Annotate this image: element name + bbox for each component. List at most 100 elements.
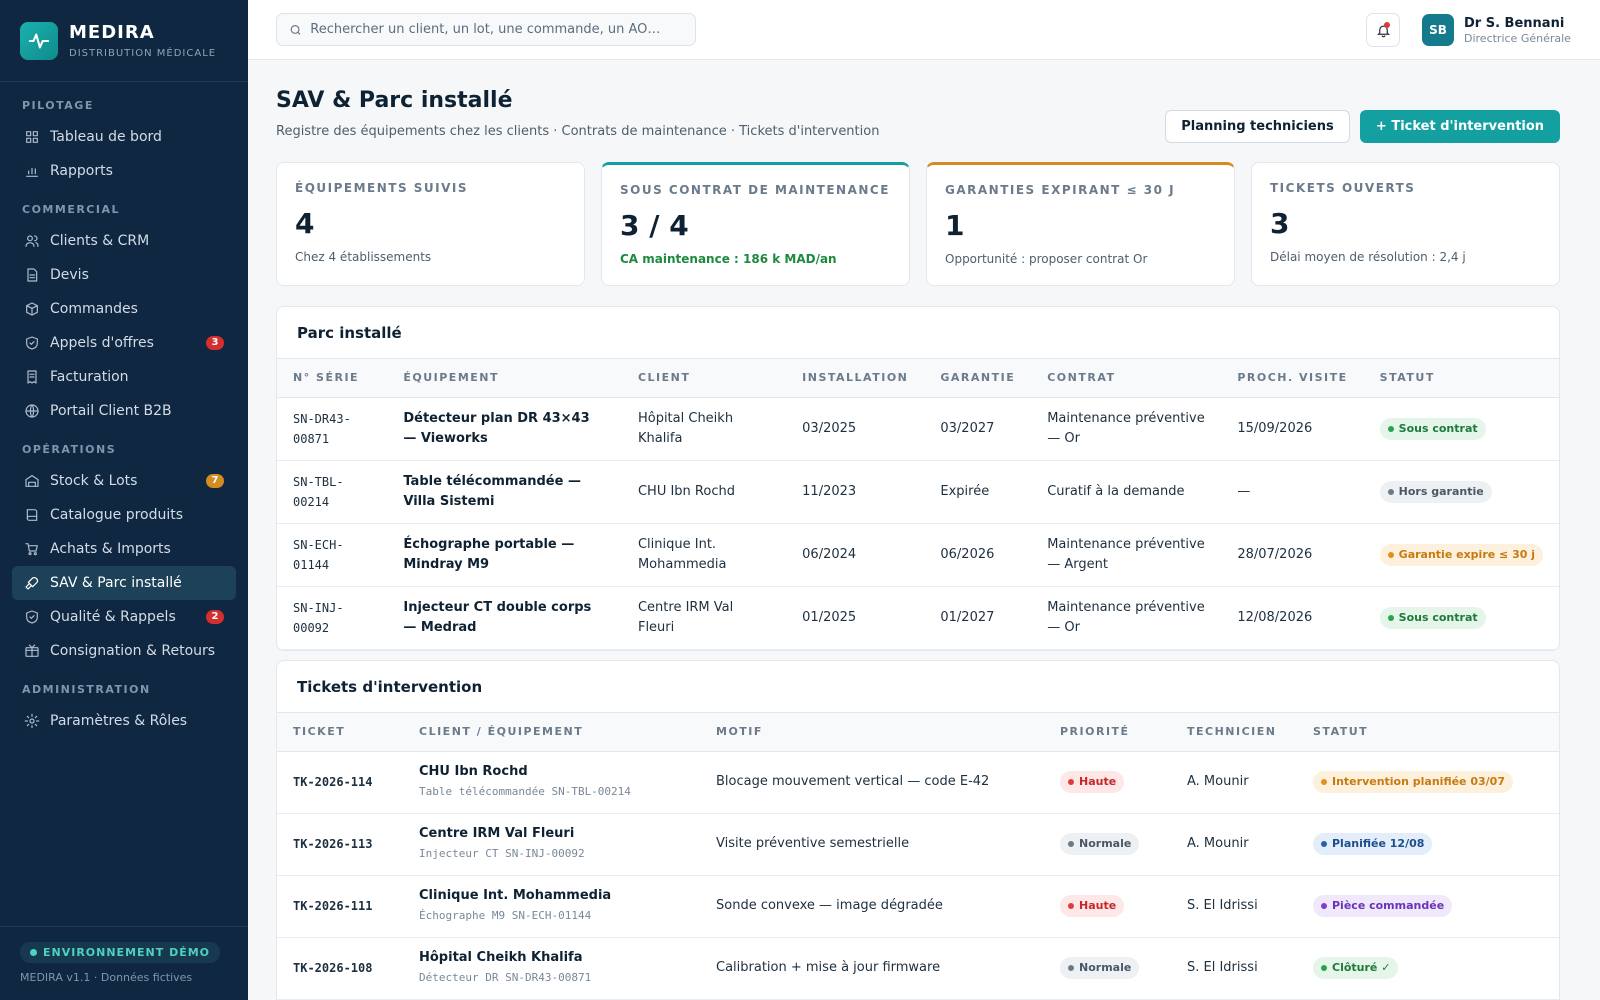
table-row[interactable]: SN-INJ-00092 Injecteur CT double corps —… bbox=[277, 586, 1559, 650]
sidebar-footer: ENVIRONNEMENT DÉMO MEDIRA v1.1 · Données… bbox=[0, 926, 248, 1000]
notifications-button[interactable] bbox=[1366, 13, 1400, 47]
status-label: Hors garantie bbox=[1398, 484, 1484, 498]
column-header-motif[interactable]: MOTIF bbox=[700, 713, 1044, 752]
sidebar-item-rapports[interactable]: Rapports bbox=[12, 154, 236, 188]
kpi-label: TICKETS OUVERTS bbox=[1270, 181, 1416, 195]
ticket-id-cell[interactable]: TK-2026-111 bbox=[277, 875, 403, 938]
equipment-cell[interactable]: Échographe portable — Mindray M9 bbox=[387, 523, 622, 587]
table-row[interactable]: TK-2026-113 Centre IRM Val Fleuri Injecte… bbox=[277, 813, 1559, 876]
table-header-row: TICKET CLIENT / ÉQUIPEMENT MOTIF PRIORITÉ TE… bbox=[277, 713, 1559, 752]
sidebar-item-stock-lots[interactable]: Stock & Lots 7 bbox=[12, 464, 236, 498]
status-label: Garantie expire ≤ 30 j bbox=[1398, 547, 1535, 561]
user-name[interactable]: Dr S. Bennani bbox=[1464, 16, 1564, 31]
warehouse-icon bbox=[25, 475, 39, 487]
status-dot-icon bbox=[1387, 551, 1394, 558]
ticket-id-cell[interactable]: TK-2026-113 bbox=[277, 813, 403, 876]
planning-techniciens-button[interactable]: Planning techniciens bbox=[1165, 110, 1350, 143]
column-header-contrat[interactable]: CONTRAT bbox=[1031, 359, 1222, 398]
brand-subtitle: DISTRIBUTION MÉDICALE bbox=[69, 48, 217, 59]
bar-chart-icon bbox=[26, 167, 38, 177]
installation-cell: 01/2025 bbox=[786, 586, 925, 650]
search-box[interactable] bbox=[276, 13, 696, 46]
equipment-cell[interactable]: Détecteur plan DR 43×43 — Vieworks bbox=[387, 397, 622, 461]
kpi-label: ÉQUIPEMENTS SUIVIS bbox=[295, 181, 469, 195]
client-equipment-cell[interactable]: CHU Ibn Rochd Table télécommandée SN-TBL-… bbox=[403, 751, 700, 814]
wrench-icon bbox=[25, 577, 39, 590]
shield-icon bbox=[26, 336, 38, 350]
sidebar-item-catalogue-produits[interactable]: Catalogue produits bbox=[12, 498, 236, 532]
sidebar-item-qualite-rappels[interactable]: Qualité & Rappels 2 bbox=[12, 600, 236, 634]
ticket-id-cell[interactable]: TK-2026-114 bbox=[277, 751, 403, 814]
nav-badge: 2 bbox=[206, 610, 224, 624]
avatar[interactable]: SB bbox=[1422, 14, 1454, 46]
ticket-equipment: Détecteur DR SN-DR43-00871 bbox=[419, 971, 592, 984]
equipment-cell[interactable]: Table télécommandée — Villa Sistemi bbox=[387, 460, 622, 524]
brand[interactable]: MEDIRA DISTRIBUTION MÉDICALE bbox=[0, 0, 248, 82]
tickets-table: TICKET CLIENT / ÉQUIPEMENT MOTIF PRIORITÉ TE… bbox=[277, 713, 1559, 1000]
sidebar-item-appels-d-offres[interactable]: Appels d'offres 3 bbox=[12, 326, 236, 360]
status-dot-icon bbox=[1321, 841, 1327, 847]
column-header-statut[interactable]: STATUT bbox=[1297, 713, 1559, 752]
status-badge: Sous contrat bbox=[1379, 606, 1486, 629]
column-header-equipement[interactable]: ÉQUIPEMENT bbox=[387, 359, 622, 398]
status-dot-icon bbox=[1321, 779, 1327, 785]
sidebar-item-sav-parc-installe[interactable]: SAV & Parc installé bbox=[12, 566, 236, 600]
status-cell: Sous contrat bbox=[1363, 397, 1559, 461]
warranty-cell: 01/2027 bbox=[924, 586, 1032, 650]
column-header-technicien[interactable]: TECHNICIEN bbox=[1171, 713, 1297, 752]
motif-cell: Blocage mouvement vertical — code E-42 bbox=[700, 751, 1044, 814]
status-label: Sous contrat bbox=[1398, 421, 1478, 435]
column-header-statut[interactable]: STATUT bbox=[1363, 359, 1559, 398]
priority-badge: Normale bbox=[1060, 957, 1140, 979]
serial-cell: SN-ECH-01144 bbox=[277, 523, 388, 587]
sidebar-item-achats-imports[interactable]: Achats & Imports bbox=[12, 532, 236, 566]
nav-badge: 7 bbox=[206, 474, 224, 488]
sidebar-item-facturation[interactable]: Facturation bbox=[12, 360, 236, 394]
sidebar-item-portail-client-b2b[interactable]: Portail Client B2B bbox=[12, 394, 236, 428]
column-header-proch-visite[interactable]: PROCH. VISITE bbox=[1221, 359, 1364, 398]
priority-cell: Normale bbox=[1044, 937, 1171, 1000]
client-equipment-cell[interactable]: Hôpital Cheikh Khalifa Détecteur DR SN-DR… bbox=[403, 937, 700, 1000]
client-cell[interactable]: CHU Ibn Rochd bbox=[621, 460, 787, 524]
search-icon bbox=[290, 24, 301, 35]
client-equipment-cell[interactable]: Centre IRM Val Fleuri Injecteur CT SN-INJ… bbox=[403, 813, 700, 876]
table-row[interactable]: TK-2026-111 Clinique Int. Mohammedia Écho… bbox=[277, 875, 1559, 938]
sidebar-item-label: Clients & CRM bbox=[50, 233, 150, 249]
parc-table: N° SÉRIE ÉQUIPEMENT CLIENT INSTALLATION GARA… bbox=[277, 359, 1559, 650]
column-header-garantie[interactable]: GARANTIE bbox=[924, 359, 1032, 398]
column-header-priorite[interactable]: PRIORITÉ bbox=[1044, 713, 1171, 752]
column-header-installation[interactable]: INSTALLATION bbox=[786, 359, 925, 398]
equipment-cell[interactable]: Injecteur CT double corps — Medrad bbox=[387, 586, 622, 650]
sidebar-item-consignation-retours[interactable]: Consignation & Retours bbox=[12, 634, 236, 668]
sidebar-nav: PILOTAGE Tableau de bord Rapports COMMERC… bbox=[0, 82, 248, 738]
table-row[interactable]: SN-TBL-00214 Table télécommandée — Villa… bbox=[277, 460, 1559, 524]
kpi-label: SOUS CONTRAT DE MAINTENANCE bbox=[620, 183, 890, 197]
column-header-client[interactable]: CLIENT bbox=[621, 359, 787, 398]
sidebar-item-commandes[interactable]: Commandes bbox=[12, 292, 236, 326]
table-row[interactable]: SN-DR43-00871 Détecteur plan DR 43×43 — … bbox=[277, 397, 1559, 461]
search-input[interactable] bbox=[310, 22, 683, 37]
table-row[interactable]: TK-2026-108 Hôpital Cheikh Khalifa Détect… bbox=[277, 937, 1559, 1000]
column-header-client-equipement[interactable]: CLIENT / ÉQUIPEMENT bbox=[403, 713, 700, 752]
sidebar-item-clients-crm[interactable]: Clients & CRM bbox=[12, 224, 236, 258]
sidebar-item-label: Stock & Lots bbox=[50, 473, 138, 489]
client-cell[interactable]: Centre IRM Val Fleuri bbox=[621, 586, 787, 650]
status-dot-icon bbox=[1387, 614, 1394, 621]
new-ticket-button[interactable]: + Ticket d'intervention bbox=[1360, 110, 1560, 143]
table-row[interactable]: SN-ECH-01144 Échographe portable — Mindr… bbox=[277, 523, 1559, 587]
column-header-n-serie[interactable]: N° SÉRIE bbox=[277, 359, 388, 398]
column-header-ticket[interactable]: TICKET bbox=[277, 713, 403, 752]
table-row[interactable]: TK-2026-114 CHU Ibn Rochd Table télécomma… bbox=[277, 751, 1559, 814]
sidebar-item-devis[interactable]: Devis bbox=[12, 258, 236, 292]
ticket-client: Centre IRM Val Fleuri bbox=[419, 826, 575, 841]
client-cell[interactable]: Clinique Int. Mohammedia bbox=[621, 523, 787, 587]
sidebar-item-label: SAV & Parc installé bbox=[50, 575, 182, 591]
sidebar-item-tableau-de-bord[interactable]: Tableau de bord bbox=[12, 120, 236, 154]
next-visit-cell: — bbox=[1221, 460, 1364, 524]
status-dot-icon bbox=[1387, 488, 1394, 495]
ticket-id-cell[interactable]: TK-2026-108 bbox=[277, 937, 403, 1000]
client-equipment-cell[interactable]: Clinique Int. Mohammedia Échographe M9 SN… bbox=[403, 875, 700, 938]
client-cell[interactable]: Hôpital Cheikh Khalifa bbox=[621, 397, 787, 461]
user-role: Directrice Générale bbox=[1464, 32, 1571, 45]
sidebar-item-parametres-roles[interactable]: Paramètres & Rôles bbox=[12, 704, 236, 738]
